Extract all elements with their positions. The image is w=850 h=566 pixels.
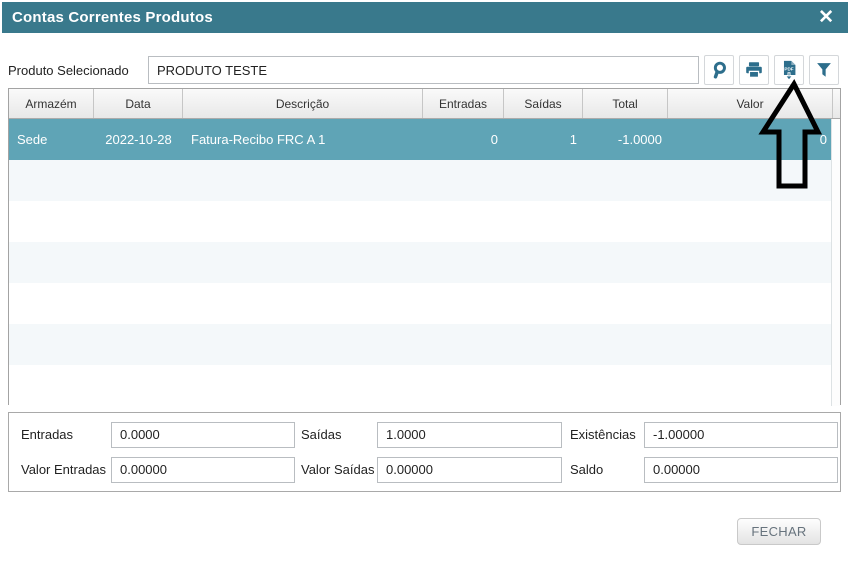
table-scrollbar-track[interactable]: [831, 119, 840, 406]
cell-descricao: Fatura-Recibo FRC A 1: [183, 132, 423, 147]
valor-entradas-label: Valor Entradas: [21, 462, 111, 477]
column-header-total: Total: [583, 89, 668, 118]
column-header-valor: Valor: [668, 89, 833, 118]
dialog-titlebar: Contas Correntes Produtos ✕: [2, 2, 848, 33]
table-empty-row: [9, 324, 840, 365]
table-empty-row: [9, 201, 840, 242]
movements-table: Armazém Data Descrição Entradas Saídas T…: [8, 88, 841, 405]
existencias-field[interactable]: [644, 422, 838, 448]
table-empty-row: [9, 242, 840, 283]
pdf-download-icon: PDF: [778, 59, 800, 81]
column-header-entradas: Entradas: [423, 89, 504, 118]
search-button[interactable]: [704, 55, 734, 85]
fechar-button[interactable]: FECHAR: [737, 518, 821, 545]
print-button[interactable]: [739, 55, 769, 85]
entradas-field[interactable]: [111, 422, 295, 448]
svg-text:PDF: PDF: [784, 67, 793, 72]
totals-row-1: Entradas Saídas Existências: [21, 421, 836, 448]
totals-row-2: Valor Entradas Valor Saídas Saldo: [21, 456, 836, 483]
valor-saidas-label: Valor Saídas: [301, 462, 377, 477]
cell-armazem: Sede: [9, 132, 94, 147]
search-icon: [708, 59, 730, 81]
entradas-label: Entradas: [21, 427, 111, 442]
column-header-data: Data: [94, 89, 183, 118]
printer-icon: [743, 59, 765, 81]
product-selected-input[interactable]: [148, 56, 699, 84]
filter-button[interactable]: [809, 55, 839, 85]
cell-entradas: 0: [423, 132, 504, 147]
saldo-label: Saldo: [570, 462, 644, 477]
column-header-saidas: Saídas: [504, 89, 583, 118]
saldo-field[interactable]: [644, 457, 838, 483]
table-empty-row: [9, 283, 840, 324]
column-header-filler: [833, 89, 841, 118]
saidas-label: Saídas: [301, 427, 377, 442]
table-empty-row: [9, 365, 840, 406]
column-header-descricao: Descrição: [183, 89, 423, 118]
valor-saidas-field[interactable]: [377, 457, 562, 483]
table-header-row: Armazém Data Descrição Entradas Saídas T…: [9, 89, 840, 119]
close-icon[interactable]: ✕: [814, 6, 838, 29]
pdf-export-button[interactable]: PDF: [774, 55, 804, 85]
product-selected-label: Produto Selecionado: [8, 63, 148, 78]
valor-entradas-field[interactable]: [111, 457, 295, 483]
filter-icon: [813, 59, 835, 81]
cell-total: -1.0000: [583, 132, 668, 147]
product-toolbar: Produto Selecionado: [8, 55, 839, 85]
totals-panel: Entradas Saídas Existências Valor Entrad…: [8, 412, 841, 492]
dialog-title: Contas Correntes Produtos: [12, 9, 213, 26]
column-header-armazem: Armazém: [9, 89, 94, 118]
cell-valor: 0: [668, 132, 833, 147]
table-body: Sede 2022-10-28 Fatura-Recibo FRC A 1 0 …: [9, 119, 840, 406]
cell-saidas: 1: [504, 132, 583, 147]
cell-data: 2022-10-28: [94, 132, 183, 147]
contas-correntes-produtos-dialog: Contas Correntes Produtos ✕ Produto Sele…: [0, 0, 850, 566]
existencias-label: Existências: [570, 427, 644, 442]
table-row-selected[interactable]: Sede 2022-10-28 Fatura-Recibo FRC A 1 0 …: [9, 119, 840, 160]
saidas-field[interactable]: [377, 422, 562, 448]
table-empty-row: [9, 160, 840, 201]
